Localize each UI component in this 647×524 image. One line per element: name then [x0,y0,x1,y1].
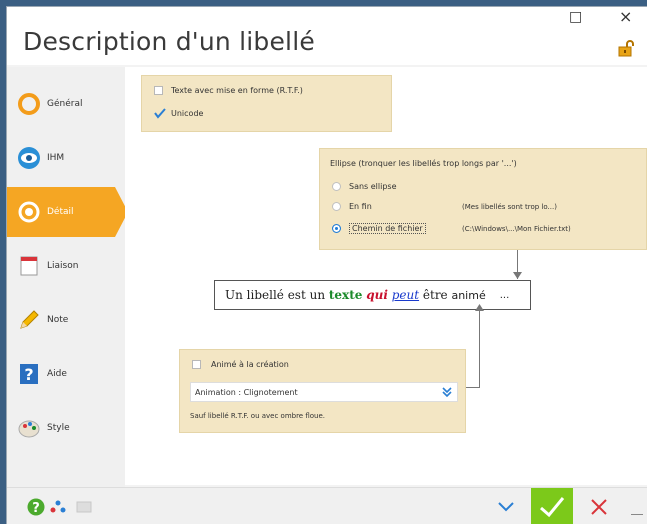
sidebar: Général IHM Détail Liaison Note ? Aide S… [7,67,128,487]
ellipsis-title: Ellipse (tronquer les libellés trop long… [330,159,517,168]
sidebar-item-label: Style [47,423,70,433]
unicode-label: Unicode [171,108,204,118]
rtf-checkbox[interactable] [154,86,163,95]
sidebar-item-label: Liaison [47,261,79,271]
help-circle-icon[interactable]: ? [27,498,45,516]
resize-grip[interactable] [631,514,643,515]
ellipsis-panel: Ellipse (tronquer les libellés trop long… [319,148,647,250]
close-icon [591,499,607,515]
lock-icon[interactable] [617,39,635,57]
general-icon [18,93,40,115]
eye-icon [18,147,40,169]
preview-text-1: Un libellé est un [225,288,329,302]
ok-button[interactable] [531,488,573,524]
option-label: Sans ellipse [349,182,397,191]
radio-sans-ellipse[interactable] [332,182,341,191]
connector-line [479,311,480,387]
detail-content: Texte avec mise en forme (R.T.F.) Unicod… [125,67,647,485]
preview-ellipsis: ... [499,289,510,301]
arrow-up-icon [475,304,484,311]
animation-note-row: Sauf libellé R.T.F. ou avec ombre floue. [190,412,325,420]
arrow-down-icon [513,272,522,279]
chevron-down-icon [498,502,514,512]
connector-line [465,387,480,388]
preview-texte: texte [328,288,363,302]
chemin-note-row: (C:\Windows\...\Mon Fichier.txt) [462,225,571,233]
en-fin-note: (Mes libellés sont trop lo...) [462,203,557,211]
dropdown-button[interactable] [487,494,525,520]
sidebar-item-label: IHM [47,153,65,163]
cancel-button[interactable] [581,494,617,520]
animation-select[interactable]: Animation : Clignotement [190,382,458,402]
animation-note: Sauf libellé R.T.F. ou avec ombre floue. [190,412,325,420]
palette-icon [18,420,40,438]
check-icon [540,497,565,518]
anime-option[interactable]: Animé à la création [192,360,289,369]
ellipsis-title-row: Ellipse (tronquer les libellés trop long… [330,159,517,168]
option-label: En fin [349,202,372,211]
window-title: Description d'un libellé [23,27,315,56]
radio-en-fin[interactable] [332,202,341,211]
check-icon[interactable] [154,107,166,119]
option-sans-ellipse[interactable]: Sans ellipse [332,182,397,191]
sidebar-item-label: Détail [47,207,74,217]
svg-text:?: ? [24,365,33,384]
en-fin-note-row: (Mes libellés sont trop lo...) [462,203,557,211]
link-icon [20,256,38,276]
sidebar-item-ihm[interactable]: IHM [7,133,125,183]
preview-qui: qui [366,288,388,302]
help-symbol: ? [32,501,40,516]
sidebar-item-general[interactable]: Général [7,79,125,129]
sidebar-item-style[interactable]: Style [7,403,125,453]
footer-bar: ? [7,487,647,524]
chemin-note: (C:\Windows\...\Mon Fichier.txt) [462,225,571,233]
sidebar-item-aide[interactable]: ? Aide [7,349,125,399]
help-icon: ? [20,364,38,384]
anime-checkbox[interactable] [192,360,201,369]
preview-peut: peut [391,288,420,302]
sidebar-item-label: Note [47,315,69,325]
preview-etre: être [419,288,452,302]
disabled-tool-icon [76,501,92,513]
share-icon[interactable] [49,499,67,515]
option-label: Chemin de fichier [349,223,426,234]
close-button[interactable]: × [619,7,632,26]
rtf-label: Texte avec mise en forme (R.T.F.) [171,86,303,95]
unicode-option[interactable]: Unicode [154,107,203,119]
rtf-option[interactable]: Texte avec mise en forme (R.T.F.) [154,86,303,95]
dialog-window: Description d'un libellé □ × Général IHM… [6,6,647,524]
title-bar: Description d'un libellé □ × [7,7,647,65]
preview-anime: animé [451,288,486,302]
sidebar-item-label: Aide [47,369,67,379]
pencil-icon [20,310,39,329]
format-panel: Texte avec mise en forme (R.T.F.) Unicod… [141,75,392,132]
detail-icon [18,201,40,223]
anime-label: Animé à la création [211,360,289,369]
sidebar-item-detail[interactable]: Détail [7,187,128,237]
option-chemin-fichier[interactable]: Chemin de fichier [332,223,426,234]
sidebar-item-note[interactable]: Note [7,295,125,345]
animation-select-value: Animation : Clignotement [195,387,298,397]
maximize-button[interactable]: □ [569,9,582,25]
sidebar-item-label: Général [47,99,83,109]
radio-chemin-fichier[interactable] [332,224,341,233]
option-en-fin[interactable]: En fin [332,202,372,211]
double-chevron-down-icon[interactable] [441,386,453,398]
animation-panel: Animé à la création Animation : Clignote… [179,349,466,433]
sidebar-item-liaison[interactable]: Liaison [7,241,125,291]
